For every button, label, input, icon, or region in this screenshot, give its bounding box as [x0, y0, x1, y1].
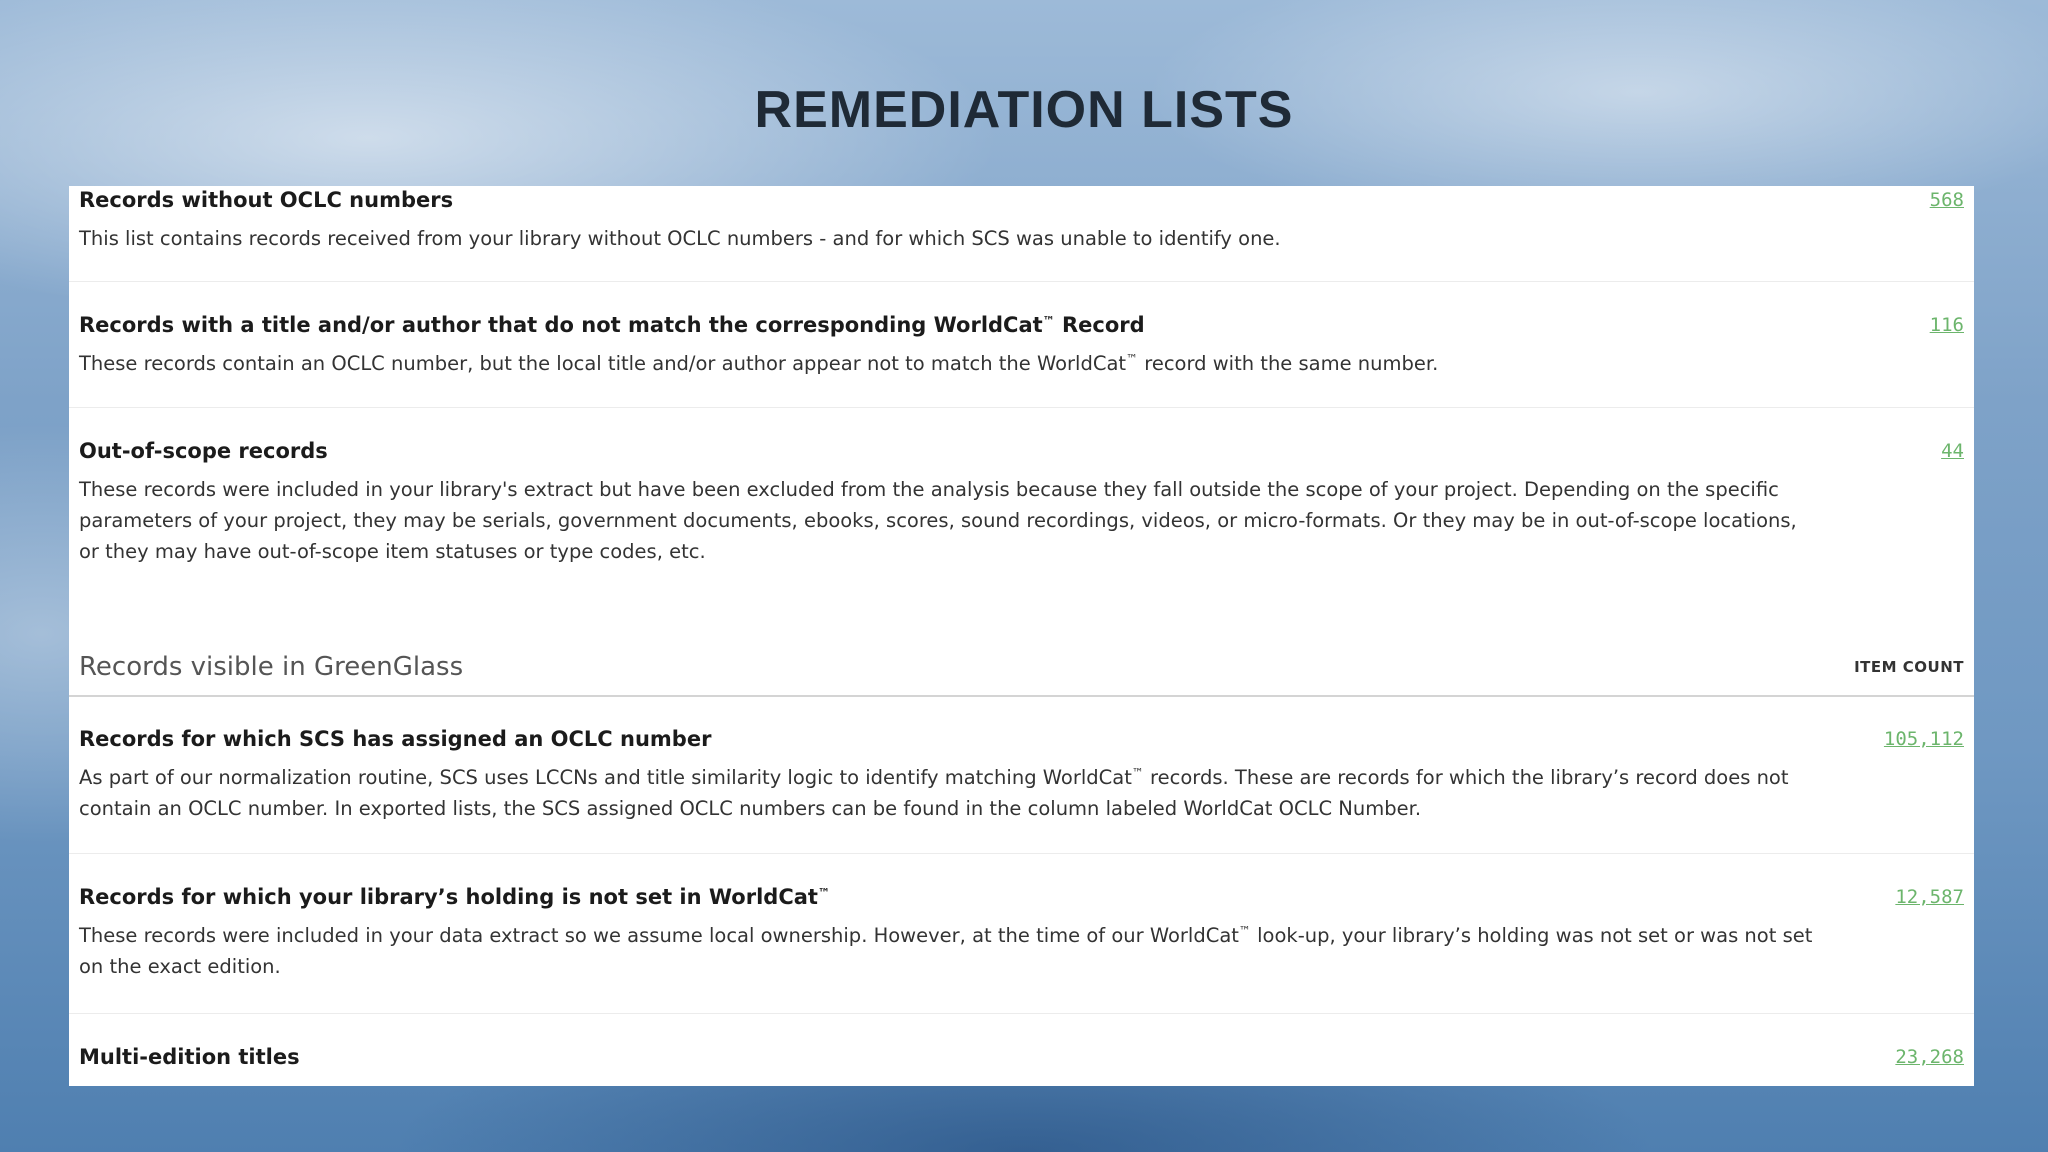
- row-title: Records without OCLC numbers: [79, 188, 454, 212]
- trademark-symbol: ™: [1126, 352, 1139, 366]
- count-link[interactable]: 568: [1930, 186, 1964, 214]
- row-description: These records contain an OCLC number, bu…: [79, 352, 1439, 375]
- row-description: This list contains records received from…: [79, 227, 1281, 250]
- section-header: Records visible in GreenGlass ITEM COUNT: [69, 641, 1974, 697]
- section-title: Records visible in GreenGlass: [79, 652, 464, 682]
- trademark-symbol: ™: [1042, 314, 1055, 328]
- row-title: Multi-edition titles: [79, 1045, 300, 1069]
- count-link[interactable]: 116: [1930, 311, 1964, 339]
- row-description: As part of our normalization routine, SC…: [79, 766, 1789, 820]
- row-title: Records for which SCS has assigned an OC…: [79, 727, 712, 751]
- count-link[interactable]: 23,268: [1895, 1043, 1964, 1071]
- count-link[interactable]: 105,112: [1884, 725, 1964, 753]
- slide-title: REMEDIATION LISTS: [754, 81, 1294, 139]
- list-item-holding-not-set: Records for which your library’s holding…: [69, 854, 1974, 1014]
- row-title: Records with a title and/or author that …: [79, 313, 1145, 337]
- list-item-out-of-scope: Out-of-scope records 44 These records we…: [69, 408, 1974, 641]
- trademark-symbol: ™: [1131, 766, 1144, 780]
- count-link[interactable]: 12,587: [1895, 883, 1964, 911]
- row-description: These records were included in your data…: [79, 924, 1813, 978]
- item-count-header: ITEM COUNT: [1854, 658, 1964, 676]
- list-item-no-oclc: Records without OCLC numbers 568 This li…: [69, 186, 1974, 282]
- remediation-panel: Records without OCLC numbers 568 This li…: [69, 186, 1974, 1086]
- list-item-title-author-mismatch: Records with a title and/or author that …: [69, 282, 1974, 408]
- row-title: Out-of-scope records: [79, 439, 328, 463]
- row-description: These records were included in your libr…: [79, 478, 1797, 563]
- trademark-symbol: ™: [1238, 924, 1251, 938]
- trademark-symbol: ™: [817, 886, 830, 900]
- list-item-multi-edition: Multi-edition titles 23,268: [69, 1014, 1974, 1086]
- row-title: Records for which your library’s holding…: [79, 885, 830, 909]
- list-item-scs-assigned-oclc: Records for which SCS has assigned an OC…: [69, 697, 1974, 854]
- count-link[interactable]: 44: [1941, 437, 1964, 465]
